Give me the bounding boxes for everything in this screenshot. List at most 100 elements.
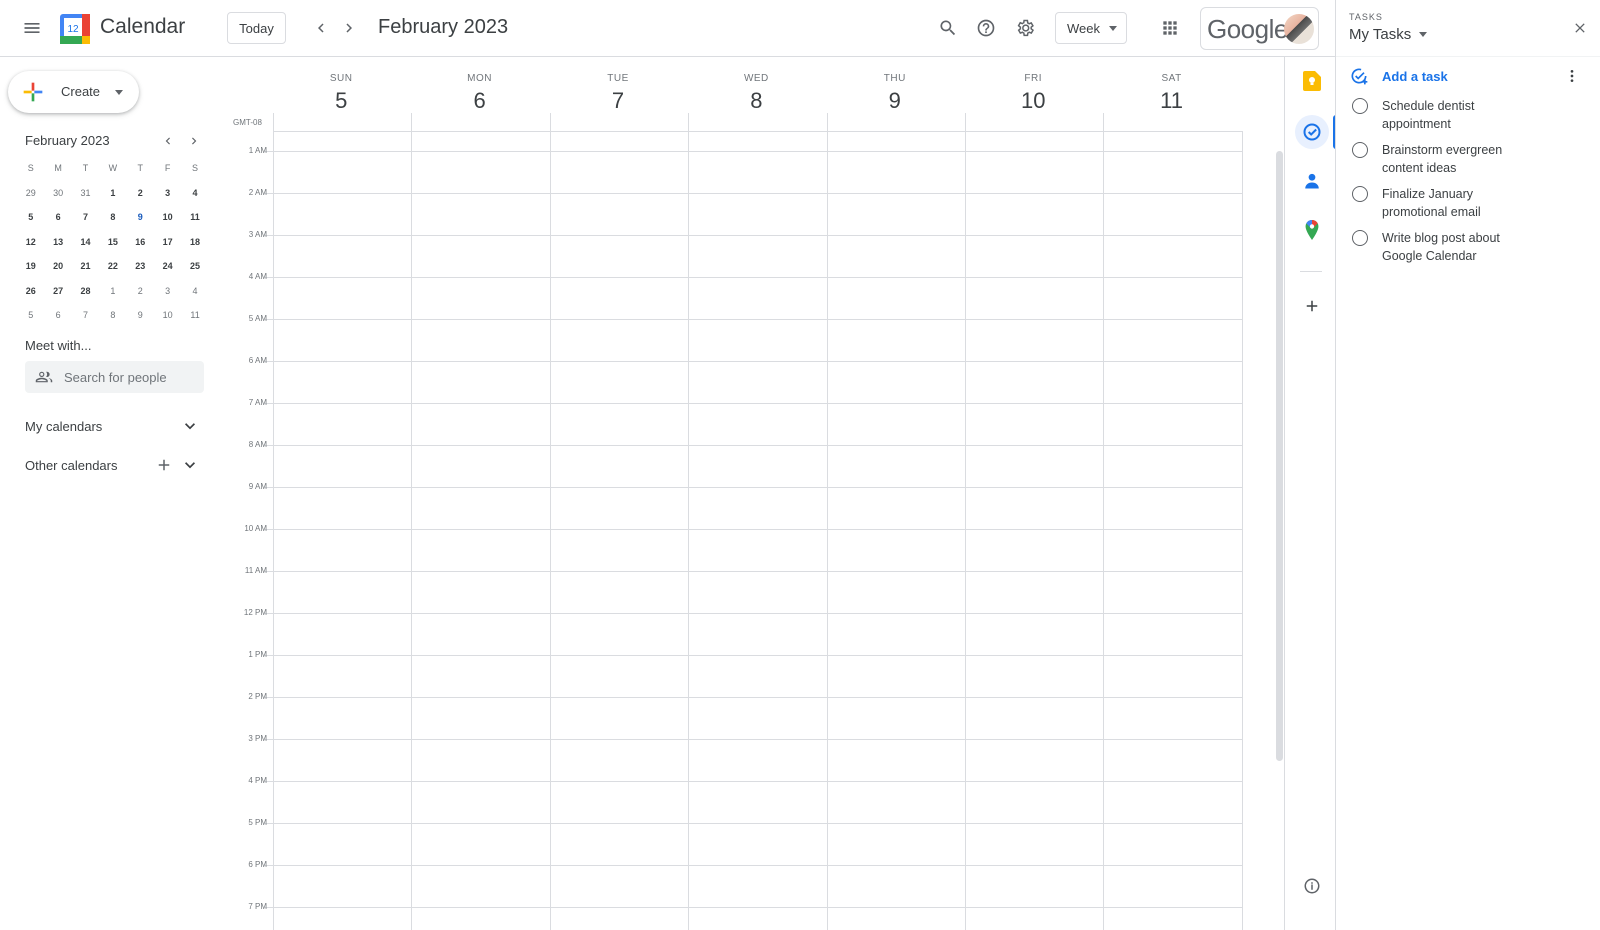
day-header[interactable]: SUN 5	[272, 57, 410, 114]
mini-calendar-day[interactable]: 3	[154, 188, 181, 198]
mini-calendar-day[interactable]: 23	[127, 261, 154, 271]
view-switcher-button[interactable]: Week	[1055, 12, 1127, 44]
task-title[interactable]: Finalize January promotional email	[1382, 185, 1532, 221]
mini-calendar-day[interactable]: 11	[181, 212, 208, 222]
add-task-icon	[1351, 68, 1368, 85]
other-calendars-toggle[interactable]	[178, 453, 202, 477]
mini-calendar-day[interactable]: 1	[99, 188, 126, 198]
maps-button[interactable]	[1295, 213, 1329, 247]
hour-gridline	[265, 655, 1243, 656]
mini-calendar-day[interactable]: 6	[44, 310, 71, 320]
mini-calendar-day[interactable]: 26	[17, 286, 44, 296]
mini-calendar-day[interactable]: 5	[17, 310, 44, 320]
day-number[interactable]: 11	[1102, 88, 1240, 114]
task-complete-checkbox[interactable]	[1352, 98, 1368, 114]
mini-calendar-day[interactable]: 17	[154, 237, 181, 247]
mini-calendar-day[interactable]: 2	[127, 286, 154, 296]
task-title[interactable]: Schedule dentist appointment	[1382, 97, 1532, 133]
task-list-selector[interactable]: My Tasks	[1349, 26, 1428, 43]
task-complete-checkbox[interactable]	[1352, 186, 1368, 202]
plus-icon	[158, 459, 170, 471]
mini-calendar-day[interactable]: 9	[127, 310, 154, 320]
add-other-calendar-button[interactable]	[152, 453, 176, 477]
get-addons-button[interactable]	[1295, 289, 1329, 323]
mini-calendar-day[interactable]: 19	[17, 261, 44, 271]
mini-calendar-day[interactable]: 18	[181, 237, 208, 247]
mini-calendar-day-selected[interactable]: 9	[127, 206, 154, 227]
mini-calendar-next-button[interactable]	[182, 129, 206, 153]
day-number[interactable]: 8	[687, 88, 825, 114]
task-list-options-button[interactable]	[1560, 64, 1584, 88]
mini-calendar-day[interactable]: 2	[127, 188, 154, 198]
mini-calendar-day[interactable]: 6	[44, 212, 71, 222]
mini-calendar-day[interactable]: 7	[72, 310, 99, 320]
create-button[interactable]: Create	[8, 71, 139, 113]
mini-calendar-day[interactable]: 13	[44, 237, 71, 247]
mini-calendar-day[interactable]: 7	[72, 212, 99, 222]
google-apps-button[interactable]	[1151, 9, 1189, 47]
calendar-logo[interactable]: 12	[60, 14, 90, 44]
close-tasks-button[interactable]	[1568, 16, 1592, 40]
mini-calendar-day[interactable]: 8	[99, 212, 126, 222]
day-header[interactable]: TUE 7	[549, 57, 687, 114]
tasks-button[interactable]	[1295, 115, 1329, 149]
keep-button[interactable]	[1295, 64, 1329, 98]
mini-calendar-day[interactable]: 22	[99, 261, 126, 271]
mini-calendar-day[interactable]: 1	[99, 286, 126, 296]
next-week-button[interactable]	[332, 11, 366, 45]
settings-button[interactable]	[1006, 9, 1044, 47]
mini-calendar-day[interactable]: 29	[17, 188, 44, 198]
info-button[interactable]	[1295, 869, 1329, 903]
contacts-button[interactable]	[1295, 164, 1329, 198]
mini-calendar-day[interactable]: 30	[44, 188, 71, 198]
main-menu-button[interactable]	[12, 8, 52, 48]
mini-calendar-day[interactable]: 8	[99, 310, 126, 320]
mini-calendar-day[interactable]: 20	[44, 261, 71, 271]
mini-calendar-day[interactable]: 10	[154, 212, 181, 222]
meet-with-heading: Meet with...	[25, 338, 92, 353]
mini-calendar-day[interactable]: 11	[181, 310, 208, 320]
mini-calendar-day[interactable]: 3	[154, 286, 181, 296]
task-complete-checkbox[interactable]	[1352, 142, 1368, 158]
day-header[interactable]: SAT 11	[1102, 57, 1240, 114]
day-header[interactable]: WED 8	[687, 57, 825, 114]
task-title[interactable]: Write blog post about Google Calendar	[1382, 229, 1532, 265]
day-header[interactable]: THU 9	[826, 57, 964, 114]
mini-calendar-day[interactable]: 4	[181, 188, 208, 198]
logo-day-number: 12	[67, 24, 79, 35]
my-calendars-toggle[interactable]	[178, 414, 202, 438]
mini-calendar-day[interactable]: 27	[44, 286, 71, 296]
mini-calendar-prev-button[interactable]	[156, 129, 180, 153]
day-number[interactable]: 10	[964, 88, 1102, 114]
hour-label: 10 AM	[244, 524, 267, 533]
day-number[interactable]: 6	[410, 88, 548, 114]
mini-calendar-day[interactable]: 25	[181, 261, 208, 271]
mini-calendar-day[interactable]: 10	[154, 310, 181, 320]
other-calendars-header[interactable]: Other calendars	[25, 458, 118, 473]
account-button[interactable]: Google	[1200, 7, 1319, 50]
mini-calendar-day[interactable]: 15	[99, 237, 126, 247]
mini-calendar-day[interactable]: 16	[127, 237, 154, 247]
mini-calendar-day[interactable]: 21	[72, 261, 99, 271]
search-button[interactable]	[929, 9, 967, 47]
search-people-input[interactable]: Search for people	[25, 361, 204, 393]
add-task-button[interactable]: Add a task	[1349, 64, 1448, 88]
help-button[interactable]	[967, 9, 1005, 47]
day-number[interactable]: 5	[272, 88, 410, 114]
day-number[interactable]: 7	[549, 88, 687, 114]
today-button[interactable]: Today	[227, 12, 286, 44]
mini-calendar-day[interactable]: 14	[72, 237, 99, 247]
task-complete-checkbox[interactable]	[1352, 230, 1368, 246]
mini-calendar-day[interactable]: 5	[17, 212, 44, 222]
day-number[interactable]: 9	[826, 88, 964, 114]
week-scrollbar[interactable]	[1276, 151, 1283, 761]
task-title[interactable]: Brainstorm evergreen content ideas	[1382, 141, 1532, 177]
my-calendars-header[interactable]: My calendars	[25, 419, 102, 434]
mini-calendar-day[interactable]: 24	[154, 261, 181, 271]
day-header[interactable]: MON 6	[410, 57, 548, 114]
mini-calendar-day[interactable]: 31	[72, 188, 99, 198]
mini-calendar-day[interactable]: 4	[181, 286, 208, 296]
day-header[interactable]: FRI 10	[964, 57, 1102, 114]
mini-calendar-day[interactable]: 28	[72, 286, 99, 296]
mini-calendar-day[interactable]: 12	[17, 237, 44, 247]
